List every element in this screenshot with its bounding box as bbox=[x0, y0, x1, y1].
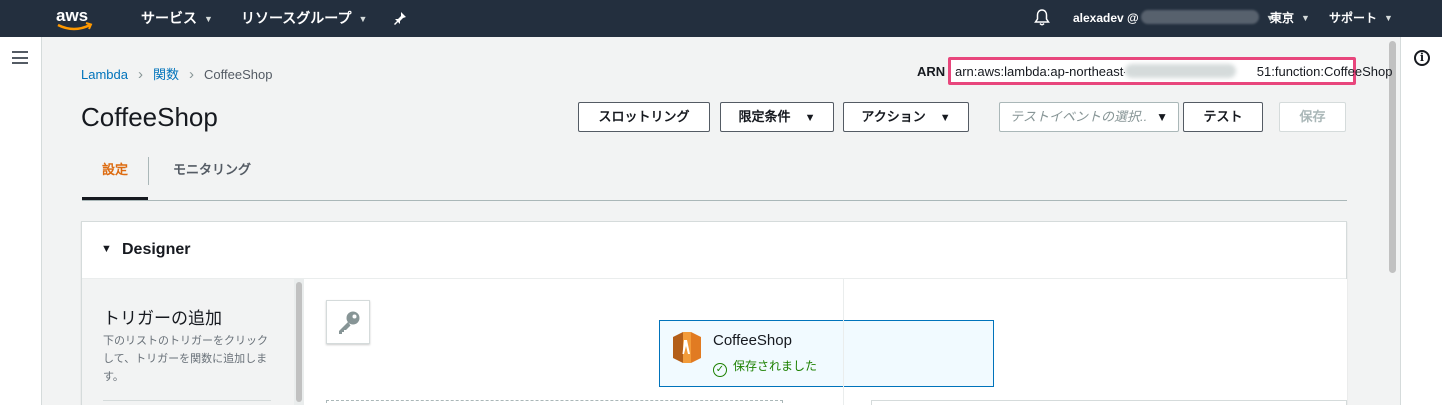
function-card[interactable]: CoffeeShop ✓ 保存されました bbox=[659, 320, 994, 387]
qualifiers-button[interactable]: 限定条件 ▼ bbox=[720, 102, 834, 132]
chevron-down-icon: ▼ bbox=[1301, 13, 1310, 23]
aws-logo[interactable]: aws bbox=[54, 3, 96, 33]
check-circle-icon: ✓ bbox=[713, 363, 727, 377]
chevron-down-icon: ▼ bbox=[358, 14, 368, 24]
breadcrumb-functions[interactable]: 関数 bbox=[153, 67, 179, 82]
tab-monitoring[interactable]: モニタリング bbox=[149, 150, 275, 200]
scrollbar-thumb[interactable] bbox=[296, 282, 302, 402]
designer-canvas: CoffeeShop ✓ 保存されました bbox=[304, 279, 1347, 405]
actions-button[interactable]: アクション ▼ bbox=[843, 102, 969, 132]
designer-header[interactable]: ▼ Designer bbox=[82, 222, 1346, 279]
chevron-right-icon: › bbox=[137, 66, 143, 83]
divider bbox=[843, 279, 844, 405]
add-trigger-description: 下のリストのトリガーをクリックして、トリガーを関数に追加します。 bbox=[103, 335, 268, 383]
left-rail bbox=[0, 37, 42, 405]
function-name: CoffeeShop bbox=[713, 332, 792, 349]
key-icon bbox=[339, 311, 360, 334]
save-status: ✓ 保存されました bbox=[713, 357, 817, 377]
support-menu[interactable]: サポート ▼ bbox=[1329, 0, 1393, 37]
throttle-button[interactable]: スロットリング bbox=[578, 102, 710, 132]
caret-down-icon: ▼ bbox=[939, 112, 951, 124]
account-menu[interactable]: alexadev @ ▼ bbox=[1073, 0, 1275, 37]
redacted-account-number bbox=[1125, 64, 1236, 78]
region-menu[interactable]: 東京 ▼ bbox=[1270, 0, 1310, 37]
svg-text:aws: aws bbox=[56, 6, 88, 25]
resources-box bbox=[871, 400, 1347, 405]
chevron-down-icon: ▼ bbox=[204, 14, 213, 24]
bell-icon[interactable] bbox=[1034, 0, 1050, 37]
divider bbox=[103, 400, 271, 401]
save-button[interactable]: 保存 bbox=[1279, 102, 1346, 132]
permissions-key-button[interactable] bbox=[326, 300, 370, 344]
test-event-select[interactable]: テストイベントの選択.. ▼ bbox=[999, 102, 1179, 132]
top-navigation-bar: aws サービス ▼ リソースグループ ▼ alexadev @ ▼ 東京 ▼ サポート… bbox=[0, 0, 1442, 37]
chevron-right-icon: › bbox=[189, 66, 194, 83]
caret-down-icon: ▼ bbox=[1156, 110, 1168, 124]
hamburger-menu-icon[interactable] bbox=[12, 51, 28, 64]
pin-icon[interactable] bbox=[393, 0, 407, 37]
services-menu[interactable]: サービス ▼ bbox=[141, 0, 213, 37]
redacted-account-id bbox=[1140, 10, 1259, 24]
add-trigger-title: トリガーの追加 bbox=[103, 309, 222, 328]
trigger-drop-zone[interactable] bbox=[326, 400, 783, 405]
lambda-function-icon bbox=[673, 332, 701, 363]
designer-panel: ▼ Designer トリガーの追加 下のリストのトリガーをクリックして、トリガ… bbox=[81, 221, 1347, 405]
test-button[interactable]: テスト bbox=[1183, 102, 1263, 132]
tab-bar: 設定 モニタリング bbox=[82, 150, 1347, 201]
caret-down-icon: ▼ bbox=[804, 112, 816, 124]
resource-groups-menu[interactable]: リソースグループ ▼ bbox=[241, 0, 367, 37]
caret-down-icon[interactable]: ▼ bbox=[101, 243, 112, 255]
tab-configuration[interactable]: 設定 bbox=[82, 150, 148, 200]
page-title: CoffeeShop bbox=[81, 102, 218, 132]
trigger-list-scrollbar[interactable] bbox=[294, 279, 304, 405]
breadcrumb-lambda[interactable]: Lambda bbox=[81, 67, 128, 82]
info-icon[interactable]: i bbox=[1414, 50, 1430, 66]
chevron-down-icon: ▼ bbox=[1384, 13, 1393, 23]
breadcrumb: Lambda › 関数 › CoffeeShop bbox=[81, 64, 272, 83]
add-trigger-column: トリガーの追加 下のリストのトリガーをクリックして、トリガーを関数に追加します。 bbox=[82, 279, 294, 405]
right-rail: i bbox=[1400, 37, 1442, 405]
designer-title: Designer bbox=[122, 241, 191, 258]
breadcrumb-current: CoffeeShop bbox=[204, 67, 273, 82]
page-scrollbar[interactable] bbox=[1386, 37, 1400, 405]
